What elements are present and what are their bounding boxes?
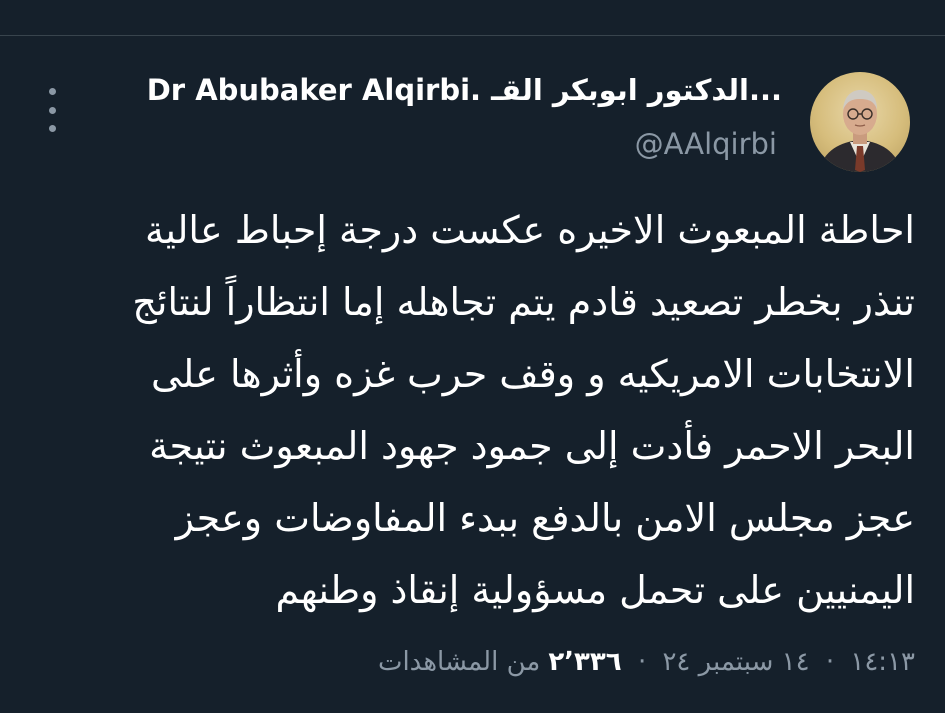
tweet-meta: ١٤:١٣ · ١٤ سبتمبر ٢٤ · ٢٬٣٣٦من المشاهدات [378,642,915,682]
tweet-text: احاطة المبعوث الاخيره عكست درجة إحباط عا… [35,194,915,626]
views-label: من المشاهدات [377,647,541,677]
tweet-date[interactable]: ١٤ سبتمبر ٢٤ [662,647,809,677]
avatar[interactable] [810,72,910,172]
top-divider [0,35,945,36]
more-vertical-icon[interactable] [40,88,64,132]
meta-separator: · [637,647,647,677]
more-dot [48,88,56,95]
tweet-text-line: اليمنيين على تحمل مسؤولية إنقاذ وطنهم [275,568,915,612]
views-count[interactable]: ٢٬٣٣٦ [548,647,621,677]
more-dot [48,106,56,114]
tweet-text-line: عجز مجلس الامن بالدفع ببدء المفاوضات وعج… [175,496,915,540]
avatar-photo [818,90,902,172]
author-handle[interactable]: @AAlqirbi [635,124,777,164]
tweet-text-line: احاطة المبعوث الاخيره عكست درجة إحباط عا… [144,208,915,252]
more-dot [48,125,56,132]
tweet-text-line: البحر الاحمر فأدت إلى جمود جهود المبعوث … [149,424,915,468]
author-display-name[interactable]: Dr Abubaker Alqirbi. الدكتور ابوبكر القـ… [147,70,782,110]
tweet-time[interactable]: ١٤:١٣ [850,647,915,677]
tweet-text-line: الانتخابات الامريكيه و وقف حرب غزه وأثره… [151,352,915,396]
meta-separator: · [825,647,835,677]
tweet-text-line: تنذر بخطر تصعيد قادم يتم تجاهله إما انتظ… [132,280,915,324]
